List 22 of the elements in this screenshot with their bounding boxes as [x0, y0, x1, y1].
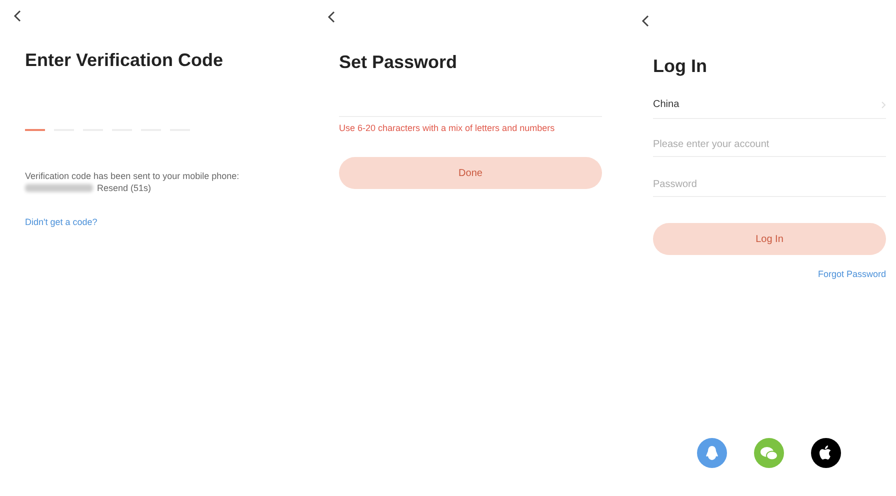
back-icon: [327, 11, 335, 23]
screen-title: Set Password: [339, 52, 458, 73]
blurred-phone-number: [25, 184, 93, 192]
apple-login-button[interactable]: [811, 438, 841, 468]
back-icon: [13, 10, 21, 22]
screen-title: Log In: [653, 56, 708, 77]
forgot-password-link[interactable]: Forgot Password: [818, 269, 886, 279]
back-icon: [641, 15, 649, 27]
account-field[interactable]: Please enter your account: [653, 139, 886, 157]
chat-login-button[interactable]: [754, 438, 784, 468]
password-field[interactable]: Password: [653, 179, 886, 197]
apple-icon: [819, 445, 833, 461]
penguin-login-button[interactable]: [697, 438, 727, 468]
region-selector[interactable]: China: [653, 99, 886, 119]
chevron-icon: [881, 100, 886, 108]
sent-message: Verification code has been sent to your mobile phone:: [25, 171, 240, 181]
help-link[interactable]: Didn't get a code?: [25, 217, 295, 227]
screen-title: Enter Verification Code: [25, 50, 224, 71]
password-hint: Use 6-20 characters with a mix of letters and numbers: [339, 123, 556, 133]
resend-countdown: Resend (51s): [97, 183, 152, 193]
penguin-icon: [705, 445, 719, 461]
chat-icon: [760, 446, 778, 460]
